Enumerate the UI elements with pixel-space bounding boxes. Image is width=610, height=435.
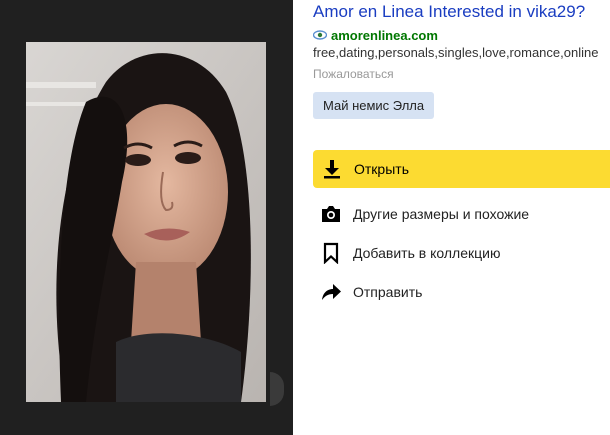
source-domain-row[interactable]: amorenlinea.com [313,26,438,44]
domain-eye-icon [313,30,327,40]
share-arrow-icon [322,284,341,300]
next-image-button[interactable] [270,372,284,406]
similar-images-label: Другие размеры и похожие [353,206,530,222]
keywords-text: free,dating,personals,singles,love,roman… [313,45,599,60]
add-to-collection-button[interactable]: Добавить в коллекцию [313,238,500,268]
share-button[interactable]: Отправить [313,277,422,307]
image-viewer [0,0,293,435]
camera-icon [322,206,340,222]
open-button-label: Открыть [354,161,409,177]
source-domain-link[interactable]: amorenlinea.com [331,28,438,43]
bookmark-icon [323,242,339,264]
report-link[interactable]: Пожаловаться [313,67,394,81]
share-label: Отправить [353,284,423,300]
similar-images-button[interactable]: Другие размеры и похожие [313,199,529,229]
result-title-link[interactable]: Amor en Linea Interested in vika29? [313,2,610,22]
image-details-sidebar: Amor en Linea Interested in vika29? amor… [293,0,610,435]
download-icon [324,160,340,179]
portrait-illustration [26,42,266,402]
add-to-collection-label: Добавить в коллекцию [353,245,501,261]
open-button[interactable]: Открыть [313,150,610,188]
search-tag-button[interactable]: Май немис Элла [313,92,435,119]
preview-image[interactable] [26,42,266,402]
